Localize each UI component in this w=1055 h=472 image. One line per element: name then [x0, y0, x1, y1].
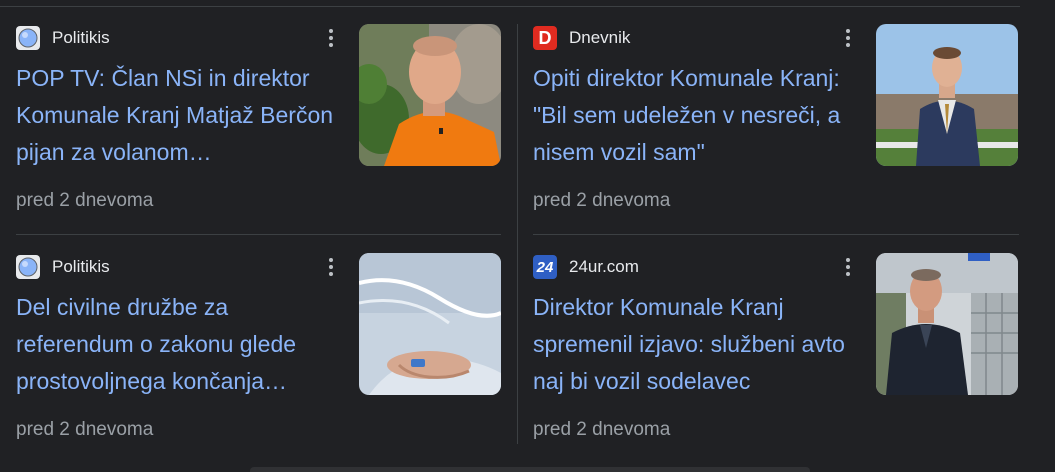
source-label: Politikis: [16, 255, 110, 279]
source-name: Dnevnik: [569, 28, 631, 47]
article-title[interactable]: POP TV: Član NSi in direktor Komunale Kr…: [16, 60, 346, 171]
article-thumbnail[interactable]: [359, 24, 501, 166]
source-name: Politikis: [52, 28, 110, 47]
24ur-logo-icon: 24: [533, 255, 557, 279]
globe-icon: [16, 26, 40, 50]
source-label: 24 24ur.com: [533, 255, 639, 279]
article-title[interactable]: Direktor Komunale Kranj spremenil izjavo…: [533, 289, 863, 400]
article-time: pred 2 dnevoma: [533, 190, 671, 211]
man-in-dark-jacket-photo: [876, 253, 1018, 395]
article-thumbnail[interactable]: [359, 253, 501, 395]
row-divider-left: [16, 234, 501, 235]
dnevnik-logo-icon: D: [533, 26, 557, 50]
hospital-patient-hand-photo: [359, 253, 501, 395]
article-title[interactable]: Opiti direktor Komunale Kranj: "Bil sem …: [533, 60, 863, 171]
article-time: pred 2 dnevoma: [533, 419, 671, 440]
article-time: pred 2 dnevoma: [16, 190, 154, 211]
more-options-icon[interactable]: [838, 255, 858, 279]
source-name: 24ur.com: [569, 257, 639, 276]
article-time: pred 2 dnevoma: [16, 419, 154, 440]
more-options-icon[interactable]: [321, 255, 341, 279]
column-divider: [517, 24, 518, 444]
top-divider: [0, 6, 1020, 7]
source-name: Politikis: [52, 257, 110, 276]
globe-icon: [16, 255, 40, 279]
more-options-icon[interactable]: [321, 26, 341, 50]
man-in-suit-photo: [876, 24, 1018, 166]
source-label: Politikis: [16, 26, 110, 50]
row-divider-right: [533, 234, 1019, 235]
article-thumbnail[interactable]: [876, 24, 1018, 166]
article-thumbnail[interactable]: [876, 253, 1018, 395]
article-title[interactable]: Del civilne družbe za referendum o zakon…: [16, 289, 346, 400]
news-card-4[interactable]: 24 24ur.com Direktor Komunale Kranj spre…: [533, 253, 1019, 463]
news-card-2[interactable]: D Dnevnik Opiti direktor Komunale Kranj:…: [533, 24, 1019, 234]
bottom-edge-element: [250, 467, 810, 472]
news-card-1[interactable]: Politikis POP TV: Član NSi in direktor K…: [16, 24, 502, 234]
source-label: D Dnevnik: [533, 26, 630, 50]
more-options-icon[interactable]: [838, 26, 858, 50]
man-in-orange-shirt-photo: [359, 24, 501, 166]
news-card-3[interactable]: Politikis Del civilne družbe za referend…: [16, 253, 502, 463]
